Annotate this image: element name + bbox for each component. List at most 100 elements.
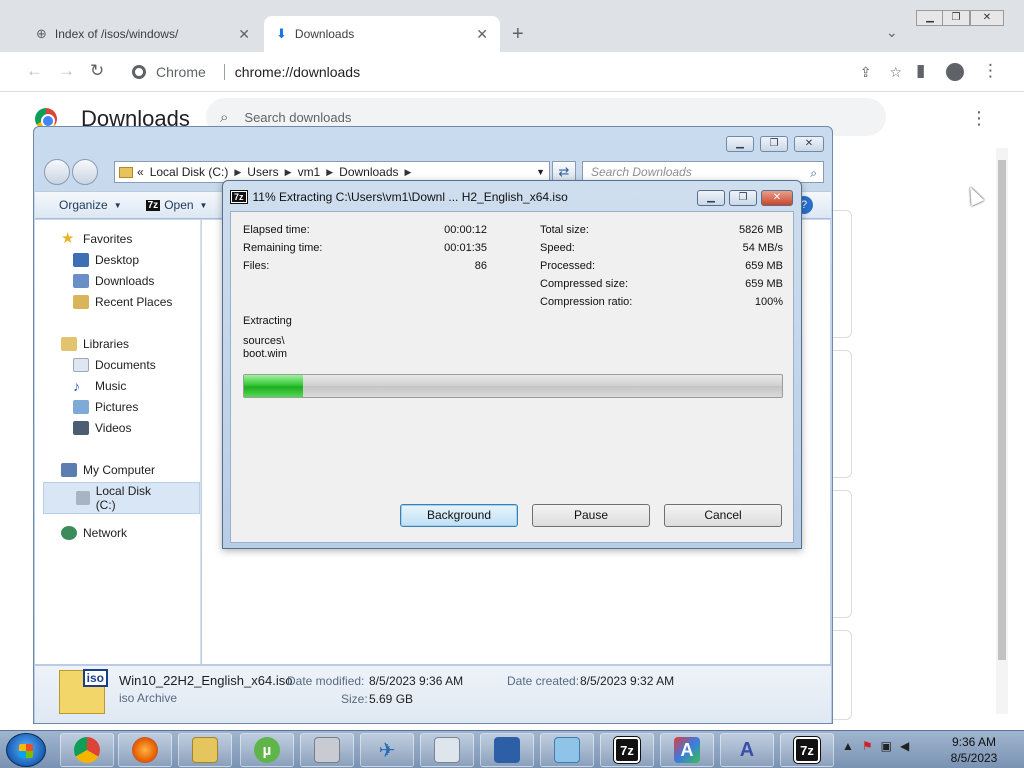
globe-icon: ⊕: [36, 26, 47, 41]
close-icon[interactable]: ✕: [238, 26, 250, 43]
action-center-icon[interactable]: ⚑: [862, 739, 873, 753]
reload-button[interactable]: ↻: [90, 61, 104, 81]
printer-icon: [314, 737, 340, 763]
firefox-icon: [132, 737, 158, 763]
scrollbar[interactable]: [996, 148, 1008, 714]
star-icon: ★: [61, 230, 75, 247]
taskbar-archive[interactable]: [540, 733, 594, 767]
cancel-button[interactable]: Cancel: [664, 504, 782, 527]
nav-local-disk[interactable]: Local Disk (C:): [43, 482, 200, 514]
bookmark-star-icon[interactable]: ☆: [889, 64, 902, 81]
maximize-button[interactable]: ❐: [729, 190, 757, 206]
chevron-right-icon[interactable]: ▶: [234, 167, 241, 178]
search-placeholder: Search downloads: [244, 109, 352, 125]
minimize-button[interactable]: ▁: [726, 136, 754, 152]
download-icon: ⬇: [276, 26, 287, 41]
network-status-icon[interactable]: ▣: [881, 739, 892, 753]
taskbar-firefox[interactable]: [118, 733, 172, 767]
dialog-body: Elapsed time: 00:00:12 Remaining time: 0…: [230, 211, 794, 543]
taskbar-printer[interactable]: [300, 733, 354, 767]
taskbar-app[interactable]: A: [720, 733, 774, 767]
maximize-button[interactable]: ❐: [942, 10, 970, 26]
chevron-right-icon[interactable]: ▶: [285, 167, 292, 178]
scrollbar-thumb[interactable]: [998, 160, 1006, 660]
current-path: sources\: [243, 335, 285, 347]
taskbar-network[interactable]: [480, 733, 534, 767]
taskbar-chrome[interactable]: [60, 733, 114, 767]
remaining-value: 00:01:35: [444, 242, 487, 254]
forward-button[interactable]: →: [58, 61, 75, 81]
nav-label: My Computer: [83, 463, 156, 477]
show-hidden-icons-icon[interactable]: ▲: [842, 739, 854, 753]
maximize-button[interactable]: ❐: [760, 136, 788, 152]
breadcrumb-downloads[interactable]: Downloads: [339, 165, 398, 179]
search-icon: ⌕: [220, 108, 229, 126]
nav-network[interactable]: Network: [61, 526, 127, 540]
taskbar-7zip-active[interactable]: 7z: [780, 733, 834, 767]
chevron-right-icon[interactable]: ▶: [405, 167, 412, 178]
profile-avatar[interactable]: [946, 63, 964, 81]
compressed-size-label: Compressed size:: [540, 278, 629, 290]
music-icon: ♪: [73, 378, 80, 394]
close-window-button[interactable]: ✕: [794, 136, 824, 152]
breadcrumb-users[interactable]: Users: [247, 165, 278, 179]
more-actions-icon[interactable]: ⋮: [970, 108, 988, 129]
nav-downloads[interactable]: Downloads: [73, 274, 154, 288]
menu-icon[interactable]: ⋮: [982, 61, 999, 81]
operation-status: Extracting: [243, 315, 292, 327]
side-panel-icon[interactable]: ▮: [916, 61, 925, 81]
taskbar-utorrent[interactable]: µ: [240, 733, 294, 767]
taskbar-clock[interactable]: 9:36 AM 8/5/2023: [944, 734, 1004, 766]
share-icon[interactable]: ⇪: [860, 64, 872, 81]
nav-pictures[interactable]: Pictures: [73, 400, 138, 414]
chevron-down-icon[interactable]: ▼: [536, 167, 545, 177]
new-tab-button[interactable]: +: [512, 23, 524, 46]
tab-index-isos[interactable]: ⊕ Index of /isos/windows/ ✕: [24, 16, 262, 52]
back-button[interactable]: ←: [26, 61, 43, 81]
pause-button[interactable]: Pause: [532, 504, 650, 527]
breadcrumb-local-disk[interactable]: Local Disk (C:): [150, 165, 229, 179]
taskbar-font-app[interactable]: A: [660, 733, 714, 767]
close-window-button[interactable]: ✕: [761, 190, 793, 206]
back-button[interactable]: [44, 159, 70, 185]
background-button[interactable]: Background: [400, 504, 518, 527]
nav-libraries[interactable]: Libraries: [61, 337, 129, 351]
taskbar-7zip[interactable]: 7z: [600, 733, 654, 767]
chevron-down-icon[interactable]: ⌄: [886, 24, 898, 41]
nav-label: Music: [95, 379, 127, 393]
chevron-down-icon: ▼: [199, 200, 208, 210]
breadcrumb-vm1[interactable]: vm1: [298, 165, 321, 179]
address-bar[interactable]: Chrome chrome://downloads ⇪ ☆: [122, 58, 906, 86]
volume-icon[interactable]: ◀: [900, 739, 909, 753]
network-icon: [494, 737, 520, 763]
minimize-button[interactable]: ▁: [916, 10, 944, 26]
nav-favorites[interactable]: ★ Favorites: [61, 230, 132, 247]
taskbar-calculator[interactable]: [420, 733, 474, 767]
nav-music[interactable]: ♪ Music: [73, 379, 126, 393]
chevron-right-icon[interactable]: ▶: [326, 167, 333, 178]
tab-downloads[interactable]: ⬇ Downloads ✕: [264, 16, 500, 52]
nav-desktop[interactable]: Desktop: [73, 253, 139, 267]
calculator-icon: [434, 737, 460, 763]
nav-documents[interactable]: Documents: [73, 358, 156, 372]
overflow-chevron[interactable]: «: [137, 165, 144, 179]
nav-recent-places[interactable]: Recent Places: [73, 295, 172, 309]
chrome-icon: [132, 65, 146, 79]
mouse-cursor-icon: [963, 183, 985, 207]
taskbar-mail[interactable]: ✈: [360, 733, 414, 767]
nav-my-computer[interactable]: My Computer: [61, 463, 155, 477]
forward-button[interactable]: [72, 159, 98, 185]
organize-button[interactable]: Organize ▼: [59, 198, 122, 212]
taskbar: µ ✈ 7z A A 7z ▲ ⚑ ▣ ◀ 9:36 AM 8/5/2023: [0, 730, 1024, 768]
close-icon[interactable]: ✕: [476, 26, 488, 43]
start-button[interactable]: [6, 733, 46, 767]
minimize-button[interactable]: ▁: [697, 190, 725, 206]
nav-videos[interactable]: Videos: [73, 421, 131, 435]
organize-label: Organize: [59, 198, 108, 212]
close-window-button[interactable]: ✕: [970, 10, 1004, 26]
nav-label: Documents: [95, 358, 156, 372]
nav-label: Videos: [95, 421, 132, 435]
open-button[interactable]: 7z Open ▼: [145, 198, 208, 212]
browser-toolbar: ← → ↻ Chrome chrome://downloads ⇪ ☆ ▮ ⋮: [0, 52, 1024, 92]
taskbar-explorer[interactable]: [178, 733, 232, 767]
